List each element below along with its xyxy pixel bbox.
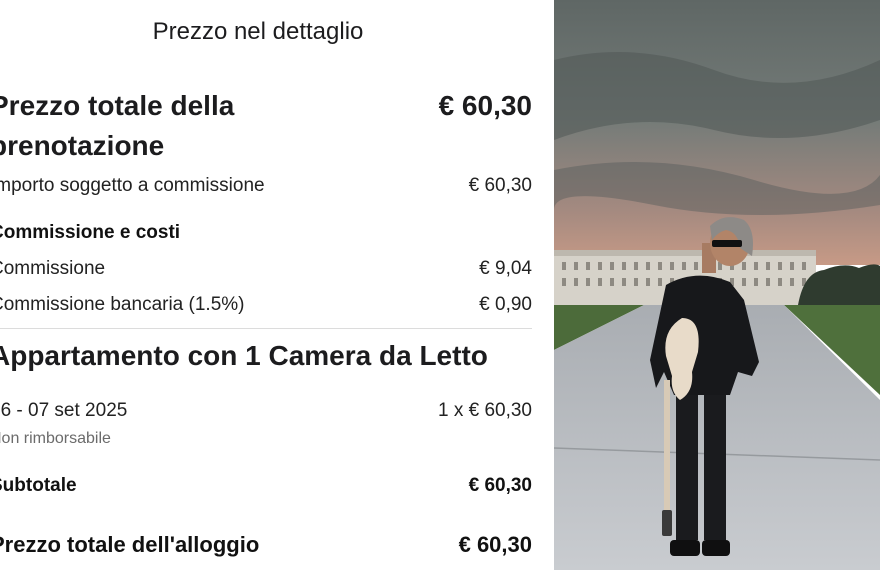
lodging-total-row: Prezzo totale dell'alloggio € 60,30 [0,532,532,558]
room-title: Appartamento con 1 Camera da Letto [0,340,488,371]
total-booking-row-2: prenotazione [0,126,532,166]
taxable-amount-value: € 60,30 [468,175,532,196]
subtotal-value: € 60,30 [468,475,532,496]
bank-fee-label: Commissione bancaria (1.5%) [0,294,245,315]
section-divider [0,328,532,329]
taxable-amount-label: Importo soggetto a commissione [0,175,265,196]
room-qty-price: 1 x € 60,30 [437,400,532,421]
total-booking-value: € 60,30 [438,90,532,121]
fees-section-title: Commissione e costi [0,222,181,243]
promo-photo [554,0,880,570]
lodging-total-label: Prezzo totale dell'alloggio [0,532,260,557]
total-booking-label-1: Prezzo totale della [0,90,235,121]
commission-row: Commissione € 9,04 [0,258,532,280]
taxable-amount-row: Importo soggetto a commissione € 60,30 [0,175,532,197]
page-title: Prezzo nel dettaglio [152,18,364,45]
total-booking-label-2: prenotazione [0,130,165,161]
lodging-total-value: € 60,30 [458,532,532,557]
room-policy: Non rimborsabile [0,430,111,447]
commission-label: Commissione [0,258,106,279]
fees-section-title-row: Commissione e costi [0,222,532,244]
price-detail-panel: Prezzo nel dettaglio Prezzo totale della… [0,0,554,570]
commission-value: € 9,04 [479,258,532,279]
bank-fee-value: € 0,90 [479,294,532,315]
total-booking-row: Prezzo totale della € 60,30 [0,86,532,126]
bank-fee-row: Commissione bancaria (1.5%) € 0,90 [0,294,532,316]
subtotal-label: Subtotale [0,475,77,496]
room-dates: 06 - 07 set 2025 [0,400,128,421]
room-dates-row: 06 - 07 set 2025 1 x € 60,30 [0,400,532,422]
subtotal-row: Subtotale € 60,30 [0,475,532,497]
